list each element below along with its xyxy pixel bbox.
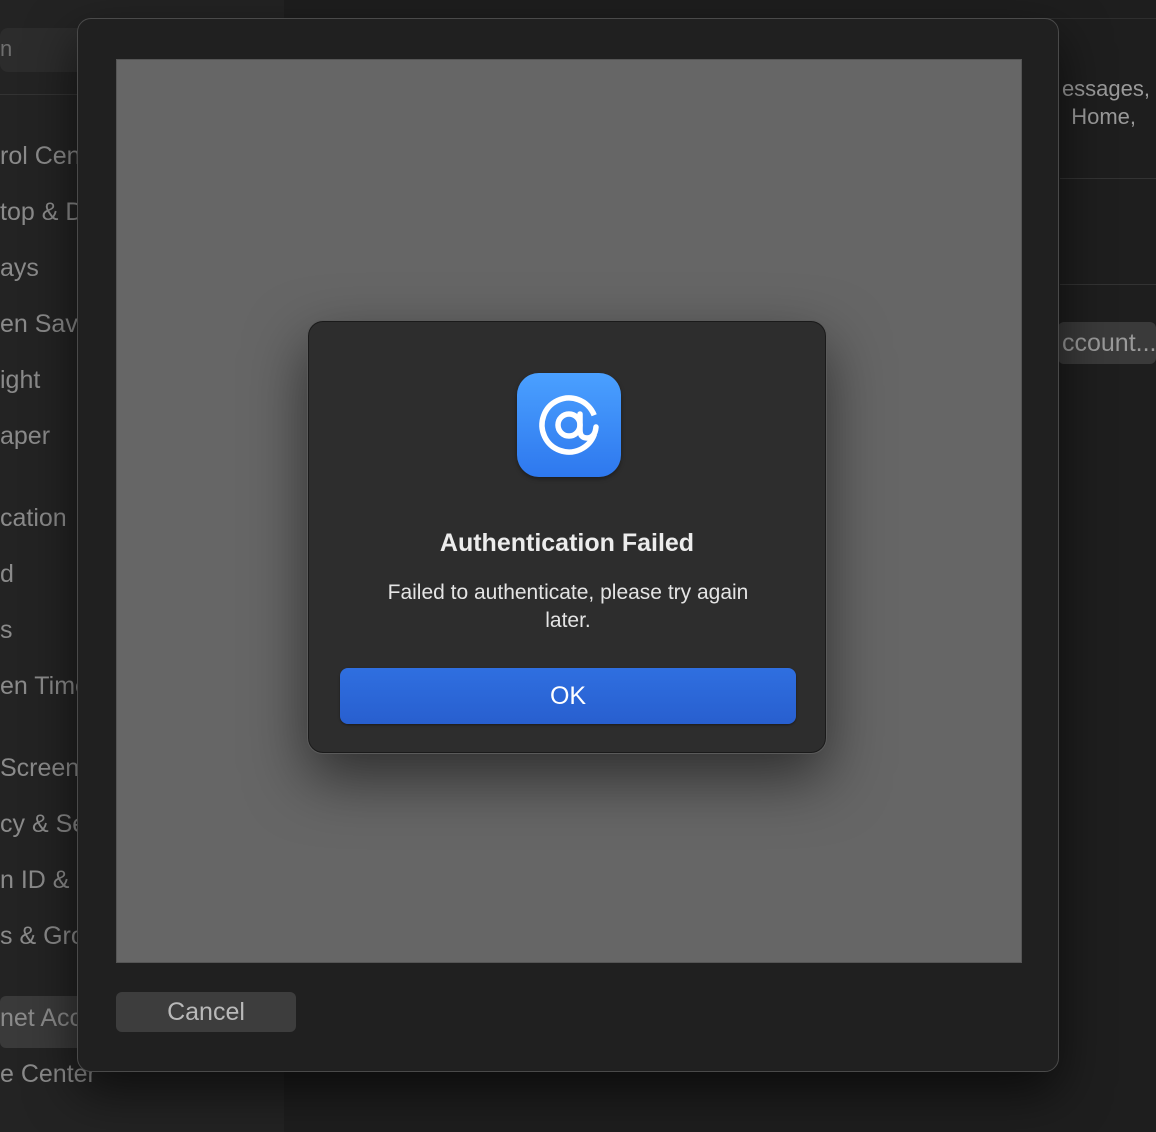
main-divider-2	[1060, 284, 1156, 285]
sidebar-item-spotlight[interactable]: ight	[0, 366, 40, 395]
main-divider-1	[1060, 178, 1156, 179]
sidebar-item-desktop-dock[interactable]: top & D	[0, 198, 83, 227]
ok-button[interactable]: OK	[340, 668, 796, 724]
sidebar-item-control-center[interactable]: rol Cen	[0, 142, 81, 171]
authentication-failed-alert: Authentication Failed Failed to authenti…	[307, 320, 827, 754]
sidebar-item-users-groups[interactable]: s & Gro	[0, 922, 85, 951]
alert-title: Authentication Failed	[439, 529, 695, 557]
sidebar-item-screen-time[interactable]: en Time	[0, 672, 89, 701]
alert-message: Failed to authenticate, please try again…	[387, 581, 749, 632]
sidebar-item-internet-accounts[interactable]: net Acc	[0, 1004, 82, 1033]
main-description-line-2: Home,	[1071, 104, 1136, 129]
add-account-label: ccount...	[1062, 329, 1156, 357]
sidebar-item-focus[interactable]: s	[0, 616, 13, 645]
sidebar-item-notifications[interactable]: cation	[0, 504, 67, 533]
sidebar-item-wallpaper[interactable]: aper	[0, 422, 50, 451]
sidebar-search-text: n	[0, 36, 13, 61]
cancel-button[interactable]: Cancel	[116, 992, 296, 1032]
at-sign-icon	[517, 373, 621, 477]
sidebar-item-touch-id-password[interactable]: n ID &	[0, 866, 69, 895]
main-description-line-1: essages,	[1061, 76, 1150, 101]
sidebar-item-displays[interactable]: ays	[0, 254, 39, 283]
sidebar-item-sound[interactable]: d	[0, 560, 14, 589]
at-sign-glyph	[539, 395, 599, 455]
sidebar-item-lock-screen[interactable]: Screen	[0, 754, 79, 783]
sidebar-item-privacy-security[interactable]: cy & Se	[0, 810, 86, 839]
